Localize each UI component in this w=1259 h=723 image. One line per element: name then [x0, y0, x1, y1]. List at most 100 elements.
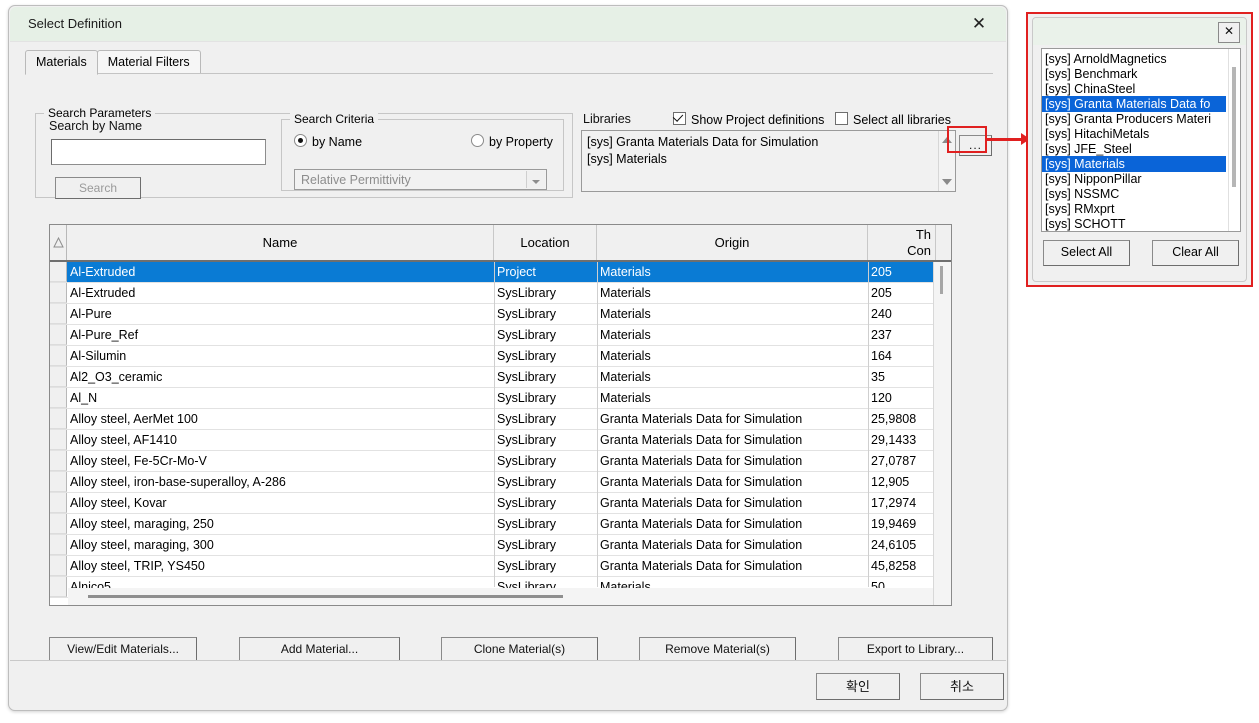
- popup-list-item[interactable]: [sys] JFE_Steel: [1045, 141, 1226, 157]
- table-row[interactable]: Al-Extruded SysLibrary Materials 205: [50, 283, 951, 304]
- search-button[interactable]: Search: [55, 177, 141, 199]
- show-project-definitions-checkbox[interactable]: Show Project definitions: [673, 112, 824, 127]
- popup-list-item[interactable]: [sys] ArnoldMagnetics: [1045, 51, 1226, 67]
- row-selector-cell[interactable]: [50, 577, 67, 597]
- popup-close-icon[interactable]: ✕: [1218, 22, 1240, 43]
- add-material-button[interactable]: Add Material...: [239, 637, 400, 662]
- row-selector-cell[interactable]: [50, 283, 67, 303]
- table-horizontal-scrollbar[interactable]: [68, 588, 933, 605]
- close-icon[interactable]: ✕: [966, 13, 992, 35]
- popup-list-item[interactable]: [sys] Granta Producers Materi: [1045, 111, 1226, 127]
- row-selector-cell[interactable]: [50, 262, 67, 282]
- remove-materials-button[interactable]: Remove Material(s): [639, 637, 796, 662]
- tab-material-filters[interactable]: Material Filters: [96, 50, 201, 74]
- row-selector-cell[interactable]: [50, 325, 67, 345]
- column-header-thermal-conductivity[interactable]: Th Con: [868, 225, 936, 260]
- popup-list-item[interactable]: [sys] Granta Materials Data fo: [1042, 96, 1226, 112]
- select-all-button[interactable]: Select All: [1043, 240, 1130, 266]
- row-selector-cell[interactable]: [50, 535, 67, 555]
- popup-scroll-thumb[interactable]: [1232, 67, 1236, 187]
- triangle-down-icon[interactable]: [942, 179, 952, 185]
- row-selector-cell[interactable]: [50, 556, 67, 576]
- cell-location: SysLibrary: [497, 433, 557, 447]
- column-header-name[interactable]: Name: [67, 225, 494, 260]
- popup-library-listbox[interactable]: [sys] ArnoldMagnetics [sys] Benchmark [sys…: [1041, 48, 1241, 232]
- row-selector-cell[interactable]: [50, 367, 67, 387]
- search-input[interactable]: [51, 139, 266, 165]
- row-selector-cell[interactable]: [50, 388, 67, 408]
- table-row[interactable]: Al-Pure SysLibrary Materials 240: [50, 304, 951, 325]
- select-all-libraries-checkbox[interactable]: Select all libraries: [835, 112, 951, 127]
- table-row[interactable]: Alloy steel, Kovar SysLibrary Granta Mater…: [50, 493, 951, 514]
- ok-button[interactable]: 확인: [816, 673, 900, 700]
- table-row[interactable]: Alloy steel, iron-base-superalloy, A-286…: [50, 472, 951, 493]
- cell-name: Al-Extruded: [70, 286, 136, 300]
- popup-list-item[interactable]: [sys] Materials: [1042, 156, 1226, 172]
- cell-location: SysLibrary: [497, 475, 557, 489]
- row-selector-cell[interactable]: [50, 430, 67, 450]
- table-row[interactable]: Al_N SysLibrary Materials 120: [50, 388, 951, 409]
- table-row[interactable]: Alloy steel, maraging, 300 SysLibrary Gran…: [50, 535, 951, 556]
- row-selector-cell[interactable]: [50, 451, 67, 471]
- popup-list-item[interactable]: [sys] NipponPillar: [1045, 171, 1226, 187]
- popup-list-item[interactable]: [sys] Benchmark: [1045, 66, 1226, 82]
- library-item-1[interactable]: [sys] Materials: [587, 152, 667, 166]
- libraries-listbox[interactable]: [sys] Granta Materials Data for Simulati…: [581, 130, 956, 192]
- column-header-origin[interactable]: Origin: [597, 225, 868, 260]
- table-row[interactable]: Al-Silumin SysLibrary Materials 164: [50, 346, 951, 367]
- popup-list-item[interactable]: [sys] ChinaSteel: [1045, 81, 1226, 97]
- table-row[interactable]: Alloy steel, maraging, 250 SysLibrary Gran…: [50, 514, 951, 535]
- select-all-libraries-label: Select all libraries: [853, 113, 951, 127]
- radio-by-property[interactable]: by Property: [471, 134, 553, 149]
- property-combo[interactable]: Relative Permittivity: [294, 169, 547, 190]
- materials-table[interactable]: Name Location Origin Th Con Al-Extruded P…: [49, 224, 952, 606]
- dialog-title: Select Definition: [28, 16, 122, 31]
- clone-materials-button[interactable]: Clone Material(s): [441, 637, 598, 662]
- table-row[interactable]: Al2_O3_ceramic SysLibrary Materials 35: [50, 367, 951, 388]
- tab-materials[interactable]: Materials: [25, 50, 98, 75]
- column-header-location[interactable]: Location: [494, 225, 597, 260]
- cell-name: Alloy steel, TRIP, YS450: [70, 559, 205, 573]
- search-parameters-title: Search Parameters: [44, 106, 156, 120]
- row-selector-cell[interactable]: [50, 346, 67, 366]
- table-row[interactable]: Alloy steel, AF1410 SysLibrary Granta Mate…: [50, 430, 951, 451]
- row-selector-cell[interactable]: [50, 304, 67, 324]
- clear-all-button[interactable]: Clear All: [1152, 240, 1239, 266]
- row-selector-cell[interactable]: [50, 409, 67, 429]
- library-item-0[interactable]: [sys] Granta Materials Data for Simulati…: [587, 135, 818, 149]
- popup-list-item[interactable]: [sys] HitachiMetals: [1045, 126, 1226, 142]
- radio-by-name[interactable]: by Name: [294, 134, 362, 149]
- sort-ascending-icon[interactable]: [50, 225, 67, 260]
- cell-thermal: 29,1433: [871, 433, 917, 447]
- table-horizontal-scroll-thumb[interactable]: [88, 595, 563, 598]
- row-selector-cell[interactable]: [50, 514, 67, 534]
- view-edit-materials-button[interactable]: View/Edit Materials...: [49, 637, 197, 662]
- table-vertical-scrollbar[interactable]: [933, 262, 951, 605]
- cell-thermal: 27,0787: [871, 454, 917, 468]
- row-selector-cell[interactable]: [50, 472, 67, 492]
- cell-thermal: 35: [871, 370, 885, 384]
- table-vertical-scroll-thumb[interactable]: [940, 266, 943, 294]
- cell-name: Al-Pure_Ref: [70, 328, 139, 342]
- export-to-library-button[interactable]: Export to Library...: [838, 637, 993, 662]
- popup-list-item[interactable]: [sys] NSSMC: [1045, 186, 1226, 202]
- cancel-button[interactable]: 취소: [920, 673, 1004, 700]
- table-row[interactable]: Al-Extruded Project Materials 205: [50, 262, 951, 283]
- cell-name: Alloy steel, iron-base-superalloy, A-286: [70, 475, 286, 489]
- table-row[interactable]: Alloy steel, AerMet 100 SysLibrary Granta …: [50, 409, 951, 430]
- row-selector-cell[interactable]: [50, 493, 67, 513]
- popup-list-item[interactable]: [sys] SCHOTT: [1045, 216, 1226, 231]
- popup-list-item[interactable]: [sys] RMxprt: [1045, 201, 1226, 217]
- cell-location: SysLibrary: [497, 538, 557, 552]
- table-row[interactable]: Al-Pure_Ref SysLibrary Materials 237: [50, 325, 951, 346]
- cell-name: Al_N: [70, 391, 98, 405]
- chevron-down-icon[interactable]: [526, 171, 545, 188]
- cell-location: SysLibrary: [497, 370, 557, 384]
- table-row[interactable]: Alloy steel, Fe-5Cr-Mo-V SysLibrary Granta…: [50, 451, 951, 472]
- table-row[interactable]: Alloy steel, TRIP, YS450 SysLibrary Granta…: [50, 556, 951, 577]
- popup-scrollbar[interactable]: [1228, 49, 1240, 231]
- table-header-row: Name Location Origin Th Con: [50, 225, 951, 262]
- dialog-footer: 확인 취소: [10, 660, 1006, 709]
- library-selection-popup: ✕ [sys] ArnoldMagnetics [sys] Benchmark [s…: [1026, 12, 1253, 287]
- cell-name: Al-Extruded: [70, 265, 136, 279]
